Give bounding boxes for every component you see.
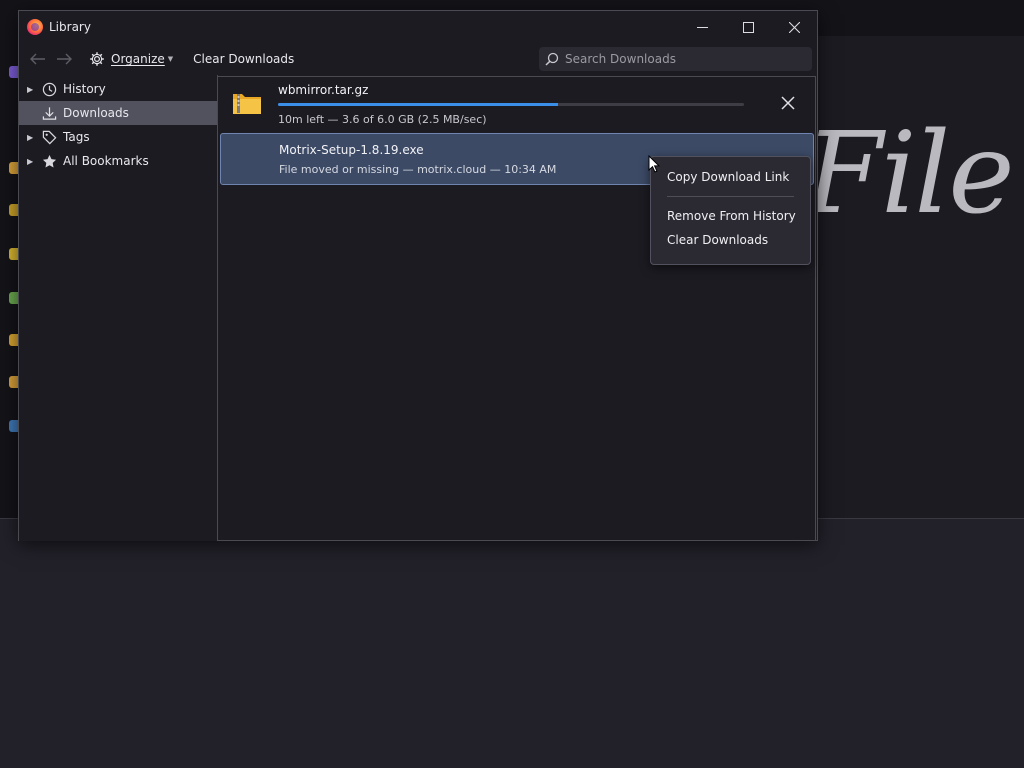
menu-item-label: Copy Download Link [667,170,790,184]
window-title: Library [49,20,91,34]
minimize-icon [696,26,708,28]
maximize-button[interactable] [725,11,771,43]
expand-twisty-icon[interactable]: ▶ [27,157,35,166]
firefox-logo-icon [27,19,43,35]
menu-item-label: Clear Downloads [667,233,769,247]
star-icon [41,153,57,169]
gear-icon [90,52,104,66]
download-status: 10m left — 3.6 of 6.0 GB (2.5 MB/sec) [278,113,487,126]
download-progress-bar [278,103,744,106]
sidebar-item-label: Tags [63,130,90,144]
download-filename: wbmirror.tar.gz [278,83,369,97]
forward-arrow-icon [57,53,72,65]
menu-item-clear-downloads[interactable]: Clear Downloads [651,228,810,252]
download-filename: Motrix-Setup-1.8.19.exe [279,143,424,157]
clear-downloads-button[interactable]: Clear Downloads [189,47,298,71]
background-panel [0,518,1024,768]
back-button[interactable] [25,47,51,71]
archive-folder-icon [233,94,261,114]
tag-icon [41,129,57,145]
background-heading: File [805,109,1015,239]
sidebar-item-all-bookmarks[interactable]: ▶ All Bookmarks [19,149,217,173]
cancel-download-icon[interactable] [780,95,796,111]
download-item[interactable]: wbmirror.tar.gz 10m left — 3.6 of 6.0 GB… [220,77,814,129]
mouse-cursor-icon [648,155,660,173]
sidebar-item-downloads[interactable]: Downloads [19,101,217,125]
download-icon [41,105,57,121]
sidebar-item-tags[interactable]: ▶ Tags [19,125,217,149]
downloads-list: wbmirror.tar.gz 10m left — 3.6 of 6.0 GB… [218,76,816,541]
library-body: ▶ History Downloads ▶ Tags ▶ All Bookmar… [19,75,817,541]
expand-twisty-icon[interactable]: ▶ [27,85,35,94]
download-status: File moved or missing — motrix.cloud — 1… [279,163,557,176]
menu-item-label: Remove From History [667,209,796,223]
library-window: Library Organize ▼ Clear Downloads Searc… [18,10,818,541]
minimize-button[interactable] [679,11,725,43]
search-input[interactable] [565,52,805,66]
title-bar: Library [19,11,817,43]
sidebar-item-label: History [63,82,106,96]
sidebar-item-label: All Bookmarks [63,154,149,168]
search-icon [545,52,559,66]
library-sidebar: ▶ History Downloads ▶ Tags ▶ All Bookmar… [19,75,218,541]
download-progress-fill [278,103,558,106]
menu-item-remove-from-history[interactable]: Remove From History [651,204,810,228]
search-downloads-field[interactable] [539,47,812,71]
sidebar-item-label: Downloads [63,106,129,120]
maximize-icon [742,21,754,33]
menu-item-copy-download-link[interactable]: Copy Download Link [651,165,810,189]
back-arrow-icon [30,53,45,65]
expand-twisty-icon[interactable]: ▶ [27,133,35,142]
chevron-down-icon: ▼ [167,55,174,63]
clock-icon [41,81,57,97]
sidebar-item-history[interactable]: ▶ History [19,77,217,101]
close-icon [788,21,800,33]
organize-label: Organize [111,52,165,66]
context-menu: Copy Download Link Remove From History C… [650,156,811,265]
close-window-button[interactable] [771,11,817,43]
menu-separator [667,196,794,197]
forward-button[interactable] [51,47,77,71]
organize-menu-button[interactable]: Organize ▼ [85,47,177,71]
